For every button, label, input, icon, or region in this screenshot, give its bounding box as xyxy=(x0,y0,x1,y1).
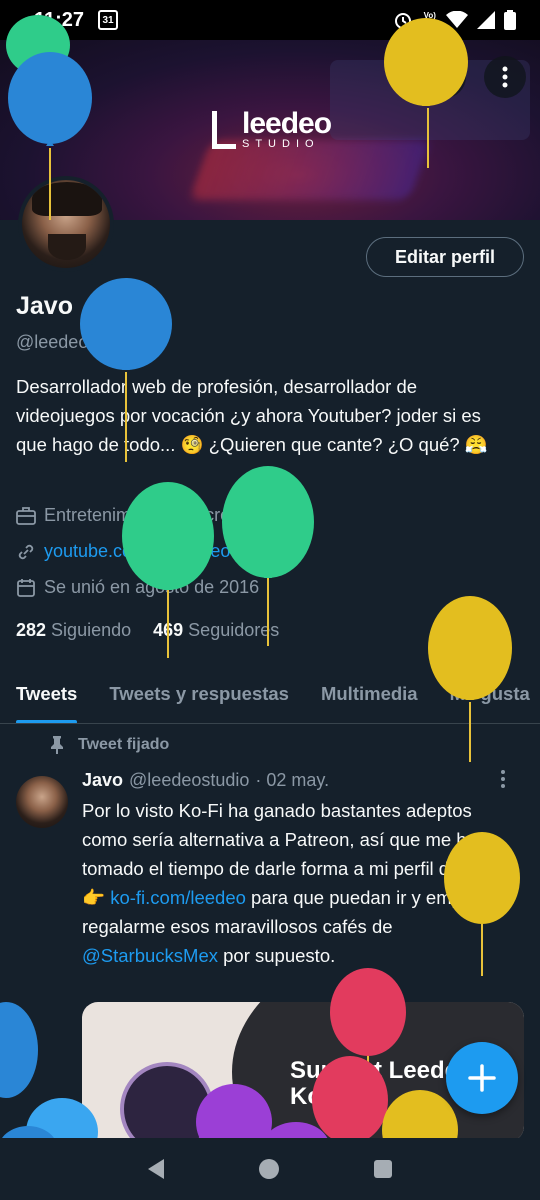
search-button[interactable] xyxy=(424,56,466,98)
brand-logo: leedeo STUDIO xyxy=(212,107,332,150)
volte-icon: Vo) LTE xyxy=(422,11,437,28)
card-logo xyxy=(120,1062,214,1142)
more-options-button[interactable] xyxy=(484,56,526,98)
compose-tweet-button[interactable] xyxy=(446,1042,518,1114)
more-icon xyxy=(502,66,508,88)
home-icon[interactable] xyxy=(258,1159,279,1179)
tweet-author-handle: @leedeostudio xyxy=(129,770,250,790)
tweet-author-name[interactable]: Javo xyxy=(82,770,123,791)
followers-stat[interactable]: 469 Seguidores xyxy=(153,620,279,641)
tweet-more-button[interactable] xyxy=(500,770,506,793)
status-icons: Vo) LTE xyxy=(393,10,516,30)
tab-media[interactable]: Multimedia xyxy=(321,668,418,723)
wifi-icon xyxy=(446,11,468,28)
category-text: Entretenimiento y recreación xyxy=(44,505,274,525)
link-icon xyxy=(16,542,36,562)
tweet-text-part-3: por supuesto. xyxy=(218,945,336,966)
tab-tweets[interactable]: Tweets xyxy=(16,668,78,723)
brand-sub: STUDIO xyxy=(242,138,320,150)
tweet-text: Por lo visto Ko-Fi ha ganado bastantes a… xyxy=(82,796,522,970)
balloon-green-right xyxy=(222,466,314,646)
following-label: Siguiendo xyxy=(51,620,132,640)
alarm-icon xyxy=(395,13,412,29)
more-icon xyxy=(501,770,505,788)
search-icon xyxy=(434,66,455,87)
recent-apps-icon[interactable] xyxy=(374,1160,393,1178)
avatar-hair xyxy=(32,182,102,216)
status-time: 11:27 xyxy=(34,8,85,31)
tweet-mention[interactable]: @StarbucksMex xyxy=(82,945,218,966)
tweet-kofi-link[interactable]: ko-fi.com/leedeo xyxy=(110,887,246,908)
pin-icon xyxy=(51,736,63,754)
tweet-header: Javo @leedeostudio · 02 may. xyxy=(82,770,329,791)
status-bar: 11:27 31 Vo) LTE xyxy=(0,0,540,40)
back-icon[interactable] xyxy=(147,1159,164,1179)
battery-icon xyxy=(504,10,516,30)
follow-stats: 282 Siguiendo 469 Seguidores xyxy=(16,620,279,641)
calendar-notification-icon: 31 xyxy=(98,10,119,30)
brand-logo-mark xyxy=(212,111,236,149)
following-count: 282 xyxy=(16,620,47,640)
tweet-author-avatar[interactable] xyxy=(16,776,68,828)
website-link[interactable]: youtube.com/@Leedeo xyxy=(44,541,230,562)
profile-bio: Desarrollador web de profesión, desarrol… xyxy=(16,376,488,455)
edit-profile-button[interactable]: Editar perfil xyxy=(366,237,524,277)
profile-tabs: Tweets Tweets y respuestas Multimedia Me… xyxy=(0,668,540,724)
briefcase-icon xyxy=(16,506,36,526)
pinned-indicator: Tweet fijado xyxy=(50,736,169,754)
profile-category: Entretenimiento y recreación i xyxy=(16,505,300,526)
tab-likes[interactable]: Me gusta xyxy=(450,668,530,723)
followers-label: Seguidores xyxy=(188,620,280,640)
following-stat[interactable]: 282 Siguiendo xyxy=(16,620,131,641)
calendar-icon xyxy=(16,578,36,598)
pinned-label: Tweet fijado xyxy=(78,736,170,753)
avatar-beard xyxy=(48,234,86,260)
system-navigation-bar xyxy=(0,1138,540,1200)
compose-icon xyxy=(468,1064,496,1092)
brand-name: leedeo xyxy=(242,107,332,140)
profile-handle: @leedeostudio xyxy=(16,332,137,352)
joined-text: Se unió en agosto de 2016 xyxy=(44,577,260,597)
profile-website: youtube.com/@Leedeo xyxy=(16,541,230,562)
profile-joined: Se unió en agosto de 2016 xyxy=(16,577,259,598)
tab-tweets-replies[interactable]: Tweets y respuestas xyxy=(109,668,289,723)
tweet-date: · 02 may. xyxy=(255,770,330,790)
profile-avatar[interactable] xyxy=(18,176,114,272)
profile-name: Javo xyxy=(16,292,73,320)
info-icon[interactable]: i xyxy=(283,507,300,524)
signal-icon xyxy=(477,11,495,29)
followers-count: 469 xyxy=(153,620,184,640)
